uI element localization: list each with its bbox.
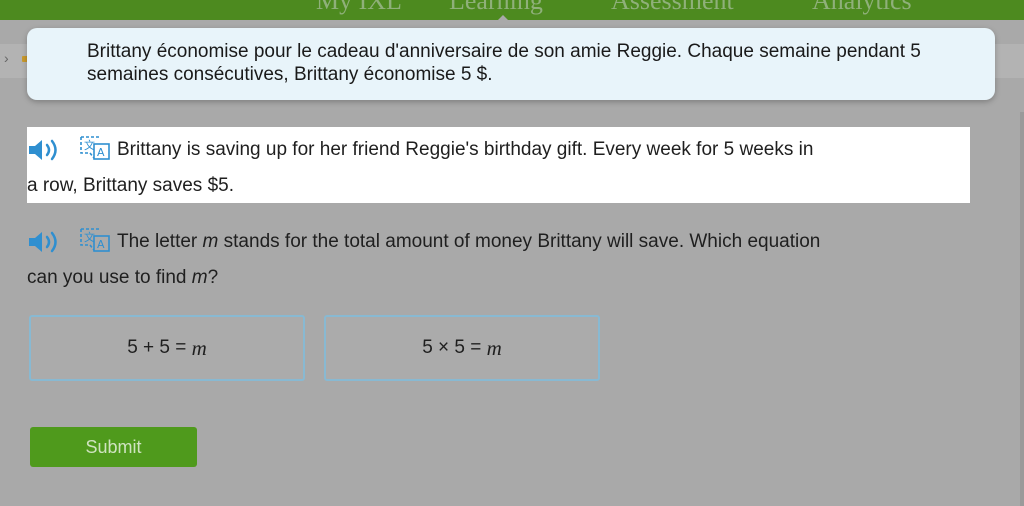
answer-choice-addition[interactable]: 5 + 5 = m xyxy=(29,315,305,381)
translation-tooltip: Brittany économise pour le cadeau d'anni… xyxy=(27,28,995,100)
sentence-1-line-2: a row, Brittany saves $5. xyxy=(27,175,234,196)
sentence-2-text-b: stands for the total amount of money Bri… xyxy=(218,231,821,252)
answer-expression: 5 × 5 = xyxy=(422,337,487,358)
variable-m: m xyxy=(191,267,208,288)
answer-choice-multiplication[interactable]: 5 × 5 = m xyxy=(324,315,600,381)
sentence-2-text-d: ? xyxy=(207,267,219,288)
sentence-2-line-2: can you use to find m? xyxy=(27,267,218,289)
sentence-2-line-1: The letter m stands for the total amount… xyxy=(117,231,820,253)
nav-analytics[interactable]: Analytics xyxy=(812,0,912,16)
page-edge xyxy=(1020,112,1024,506)
nav-my-ixl[interactable]: My IXL xyxy=(316,0,402,16)
chevron-right-icon[interactable]: › xyxy=(4,50,9,66)
translate-icon[interactable]: 文 A xyxy=(78,227,112,253)
translation-text: Brittany économise pour le cadeau d'anni… xyxy=(87,41,921,85)
answer-expression: 5 + 5 = xyxy=(127,337,192,358)
svg-text:A: A xyxy=(97,146,105,159)
speaker-icon[interactable] xyxy=(27,139,61,161)
speaker-icon[interactable] xyxy=(27,231,61,253)
active-nav-marker xyxy=(497,15,509,20)
variable-m: m xyxy=(202,231,219,252)
sentence-2-text-c: can you use to find xyxy=(27,267,192,288)
answer-variable: m xyxy=(486,335,502,360)
answer-variable: m xyxy=(191,335,207,360)
sentence-2-text-a: The letter xyxy=(117,231,203,252)
nav-learning[interactable]: Learning xyxy=(449,0,543,16)
submit-button[interactable]: Submit xyxy=(30,427,197,467)
top-nav: My IXL Learning Assessment Analytics xyxy=(0,0,1024,20)
translate-icon[interactable]: 文 A xyxy=(78,135,112,161)
sentence-1-line-1: Brittany is saving up for her friend Reg… xyxy=(117,139,814,160)
nav-assessment[interactable]: Assessment xyxy=(611,0,734,16)
svg-text:A: A xyxy=(97,238,105,251)
